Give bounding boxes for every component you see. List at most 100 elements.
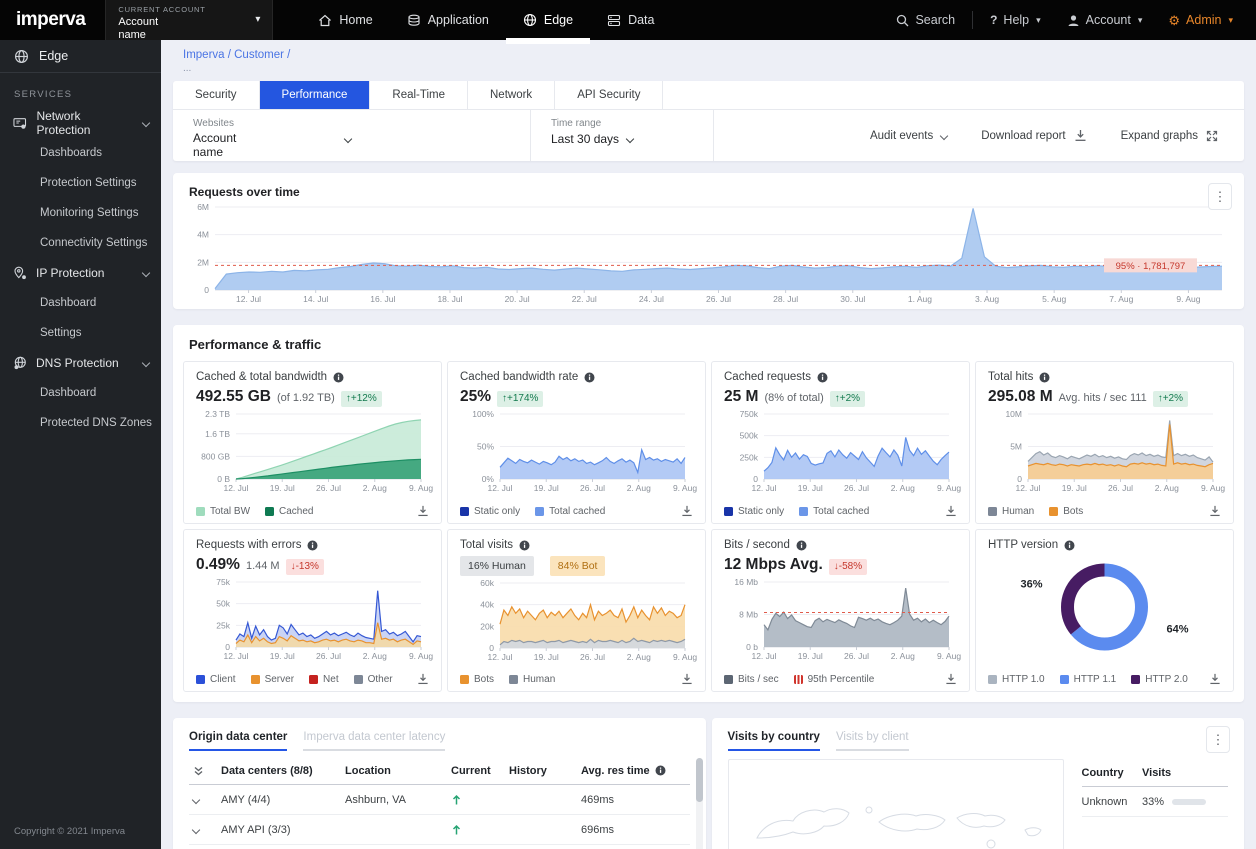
info-icon[interactable] (519, 540, 530, 551)
sidebar-sublist-network: Dashboards Protection Settings Monitoring … (0, 138, 161, 258)
sidebar-item-dashboard[interactable]: Dashboard (0, 288, 161, 318)
sidebar-item-protection-settings[interactable]: Protection Settings (0, 168, 161, 198)
nav-data[interactable]: Data (590, 0, 671, 40)
scrollbar-thumb[interactable] (695, 758, 703, 802)
info-icon[interactable] (1039, 372, 1050, 383)
time-range-filter[interactable]: Time range Last 30 days (531, 110, 713, 161)
nav-edge[interactable]: Edge (505, 0, 591, 44)
breadcrumb[interactable]: Imperva / Customer / (183, 49, 1256, 61)
download-chart-button[interactable] (681, 673, 693, 685)
audit-events-dropdown[interactable]: Audit events (870, 130, 949, 142)
nav-home[interactable]: Home (301, 0, 389, 40)
sidebar-item-dashboard[interactable]: Dashboard (0, 378, 161, 408)
legend-swatch (535, 506, 545, 516)
tab-real-time[interactable]: Real-Time (370, 81, 468, 109)
download-chart-button[interactable] (417, 505, 429, 517)
legend-item[interactable]: Total BW (196, 506, 250, 517)
legend-item[interactable]: Bits / sec (724, 674, 779, 685)
legend-item[interactable]: HTTP 1.1 (1059, 674, 1116, 685)
sidebar-group-ip-protection[interactable]: IP Protection (0, 258, 161, 288)
tab-origin-data-center[interactable]: Origin data center (189, 731, 288, 751)
legend-item[interactable]: HTTP 1.0 (988, 674, 1045, 685)
legend-item[interactable]: Human (509, 674, 555, 685)
chevron-down-icon[interactable] (191, 795, 201, 804)
legend-item[interactable]: Human (988, 506, 1034, 517)
download-chart-button[interactable] (945, 505, 957, 517)
col-country[interactable]: Country (1082, 767, 1143, 779)
col-history[interactable]: History (509, 765, 581, 777)
scrollbar[interactable] (695, 758, 703, 849)
legend-item[interactable]: Static only (724, 506, 784, 517)
col-avg-res-time[interactable]: Avg. res time (581, 765, 650, 777)
info-icon[interactable] (333, 372, 344, 383)
legend-item[interactable]: 95th Percentile (793, 674, 874, 685)
legend-item[interactable]: Bots (1049, 506, 1083, 517)
time-range-label: Time range (551, 118, 602, 129)
legend-item[interactable]: Total cached (799, 506, 869, 517)
sidebar-item-protected-dns-zones[interactable]: Protected DNS Zones (0, 408, 161, 438)
col-current[interactable]: Current (451, 765, 509, 777)
info-icon[interactable] (817, 372, 828, 383)
download-icon (946, 505, 956, 517)
col-data-centers[interactable]: Data centers (8/8) (221, 765, 345, 777)
download-report-button[interactable]: Download report (981, 129, 1086, 142)
expand-all-icon[interactable] (193, 765, 204, 777)
info-icon[interactable] (1064, 540, 1075, 551)
kebab-menu-button[interactable]: ⋮ (1208, 183, 1232, 210)
col-location[interactable]: Location (345, 765, 451, 777)
imperva-logo[interactable]: imperva (0, 0, 105, 40)
info-icon[interactable] (307, 540, 318, 551)
sidebar-group-network-protection[interactable]: Network Protection (0, 108, 161, 138)
tab-security[interactable]: Security (173, 81, 260, 109)
legend-item[interactable]: Other (353, 674, 393, 685)
legend-item[interactable]: Net (309, 674, 339, 685)
info-icon[interactable] (584, 372, 595, 383)
chevron-down-icon[interactable] (191, 825, 201, 834)
legend-item[interactable]: HTTP 2.0 (1131, 674, 1188, 685)
sidebar-item-connectivity-settings[interactable]: Connectivity Settings (0, 228, 161, 258)
help-menu[interactable]: ? Help ▾ (977, 13, 1054, 27)
info-icon[interactable] (655, 765, 666, 776)
sidebar-item-dashboards[interactable]: Dashboards (0, 138, 161, 168)
legend-label: Net (323, 673, 339, 685)
websites-filter[interactable]: Websites Account name (173, 110, 530, 161)
legend-item[interactable]: Total cached (535, 506, 605, 517)
sidebar-product-edge[interactable]: Edge (0, 40, 161, 73)
sidebar-product-label: Edge (39, 49, 69, 63)
col-visits[interactable]: Visits (1142, 767, 1228, 779)
table-row[interactable]: AMY API (3/3) 696ms (189, 815, 690, 845)
tab-imperva-data-center-latency[interactable]: Imperva data center latency (303, 731, 446, 751)
download-chart-button[interactable] (1209, 505, 1221, 517)
table-row[interactable]: AMY (4/4) Ashburn, VA 469ms (189, 785, 690, 815)
nav-label: Edge (543, 13, 574, 27)
legend-item[interactable]: Server (250, 674, 294, 685)
download-chart-button[interactable] (945, 673, 957, 685)
account-menu[interactable]: Account ▾ (1054, 13, 1156, 27)
download-chart-button[interactable] (417, 673, 429, 685)
admin-menu[interactable]: ⚙ Admin ▾ (1155, 13, 1246, 27)
tab-performance[interactable]: Performance (259, 81, 371, 109)
legend-item[interactable]: Cached (265, 506, 313, 517)
tab-visits-by-country[interactable]: Visits by country (727, 731, 820, 751)
tab-visits-by-client[interactable]: Visits by client (835, 731, 909, 751)
legend-item[interactable]: Client (196, 674, 236, 685)
kebab-menu-button[interactable]: ⋮ (1206, 726, 1230, 753)
tab-network[interactable]: Network (468, 81, 556, 109)
expand-graphs-button[interactable]: Expand graphs (1121, 130, 1218, 142)
svg-text:2. Aug: 2. Aug (363, 483, 387, 493)
sidebar-group-dns-protection[interactable]: DNS Protection (0, 348, 161, 378)
info-icon[interactable] (796, 540, 807, 551)
search-button[interactable]: Search (883, 13, 968, 27)
time-range-value: Last 30 days (551, 132, 620, 146)
legend-item[interactable]: Static only (460, 506, 520, 517)
download-chart-button[interactable] (681, 505, 693, 517)
legend-item[interactable]: Bots (460, 674, 494, 685)
sidebar-item-monitoring-settings[interactable]: Monitoring Settings (0, 198, 161, 228)
sidebar-item-settings[interactable]: Settings (0, 318, 161, 348)
download-chart-button[interactable] (1209, 673, 1221, 685)
tab-api-security[interactable]: API Security (555, 81, 664, 109)
account-switcher[interactable]: CURRENT ACCOUNT Account name ▾ (105, 0, 274, 41)
table-row[interactable]: Unknown 33% (1081, 787, 1228, 817)
nav-application[interactable]: Application (390, 0, 506, 40)
svg-text:20. Jul: 20. Jul (505, 294, 530, 304)
